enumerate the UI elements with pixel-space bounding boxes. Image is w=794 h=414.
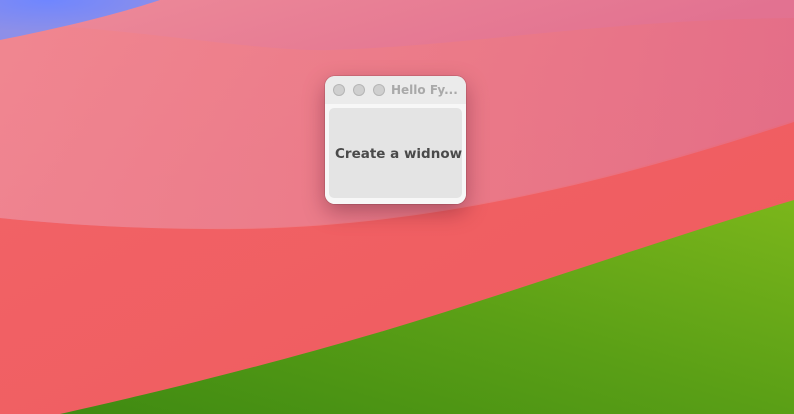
create-window-button[interactable]: Create a widnow bbox=[329, 108, 462, 198]
close-button[interactable] bbox=[333, 84, 345, 96]
window-content: Create a widnow bbox=[325, 104, 466, 204]
app-window: Hello Fy... Create a widnow bbox=[325, 76, 466, 204]
wallpaper-background bbox=[0, 0, 794, 414]
window-titlebar[interactable]: Hello Fy... bbox=[325, 76, 466, 104]
minimize-button[interactable] bbox=[353, 84, 365, 96]
window-title: Hello Fy... bbox=[391, 83, 458, 97]
zoom-button[interactable] bbox=[373, 84, 385, 96]
desktop: Hello Fy... Create a widnow bbox=[0, 0, 794, 414]
